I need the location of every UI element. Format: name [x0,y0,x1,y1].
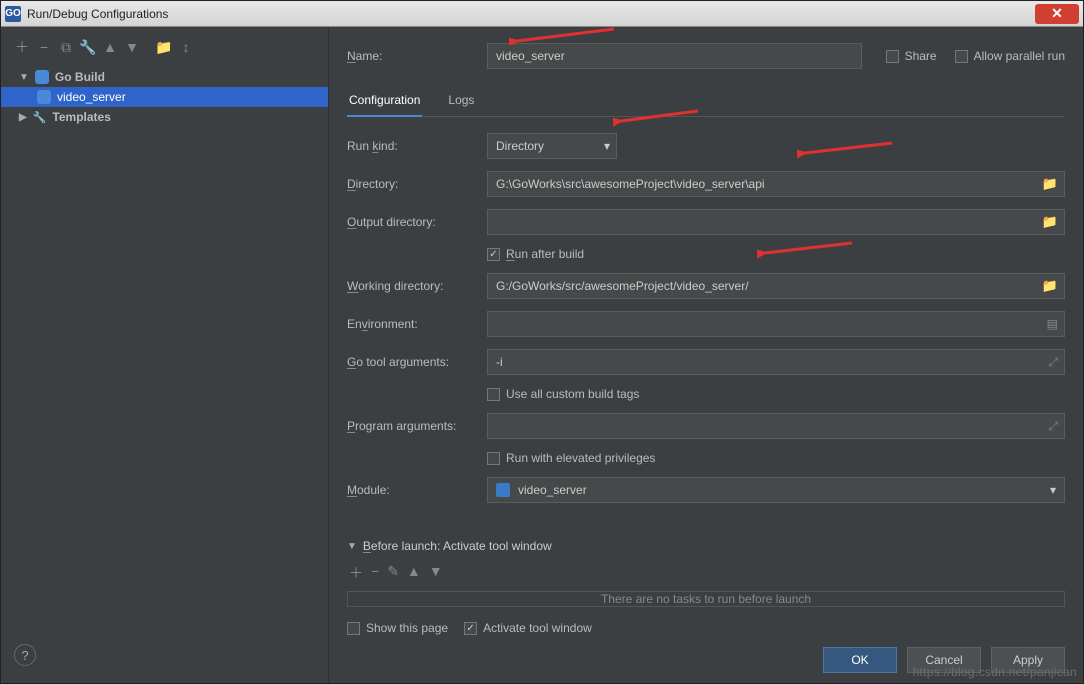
remove-icon[interactable]: − [35,39,53,55]
add-icon[interactable]: ＋ [13,37,31,57]
tasks-empty-label: There are no tasks to run before launch [601,592,811,606]
go-tool-args-label: Go tool arguments: [347,355,477,369]
chevron-down-icon: ▼ [347,541,357,552]
tree-go-build-label: Go Build [55,70,105,84]
copy-icon[interactable]: ⧉ [57,39,75,56]
tab-configuration[interactable]: Configuration [347,87,422,117]
app-icon: GO [5,6,21,22]
help-button[interactable]: ? [14,644,36,666]
run-kind-select[interactable]: Directory ▾ [487,133,617,159]
tree-item-label: video_server [57,90,126,104]
tree-templates[interactable]: ▶ Templates [1,107,328,127]
name-input[interactable] [487,43,862,69]
share-label: Share [905,49,937,63]
folder-icon[interactable]: 📁 [1042,176,1058,192]
run-elevated-checkbox[interactable]: Run with elevated privileges [487,451,655,465]
use-custom-tags-label: Use all custom build tags [506,387,639,401]
up-icon[interactable]: ▲ [407,563,421,583]
share-checkbox[interactable]: Share [886,49,937,63]
program-args-field[interactable]: ⤢ [487,413,1065,439]
name-label: Name: [347,49,477,63]
folder-icon[interactable]: 📁 [155,39,173,56]
sidebar-toolbar: ＋ − ⧉ 🔧 ▲ ▼ 📁 ↕ [1,33,328,65]
show-this-page-label: Show this page [366,621,448,635]
before-launch-label: Before launch: Activate tool window [363,539,552,553]
watermark: https://blog.csdn.net/panjican [913,665,1077,679]
folder-icon[interactable]: 📁 [1042,278,1058,294]
run-after-build-label: Run after build [506,247,584,261]
directory-label: Directory: [347,177,477,191]
module-value: video_server [518,483,587,497]
expand-icon[interactable]: ⤢ [1048,419,1058,434]
collapse-icon[interactable]: ↕ [177,39,195,55]
program-args-label: Program arguments: [347,419,477,433]
go-icon [35,70,49,84]
remove-icon[interactable]: − [371,563,379,583]
tree-templates-label: Templates [52,110,110,124]
add-icon[interactable]: ＋ [349,563,363,583]
chevron-right-icon: ▶ [19,112,27,123]
expand-icon[interactable]: ⤢ [1048,355,1058,370]
chevron-down-icon: ▾ [1050,483,1056,497]
up-icon[interactable]: ▲ [101,39,119,55]
directory-field[interactable]: G:\GoWorks\src\awesomeProject\video_serv… [487,171,1065,197]
before-launch-tasks: There are no tasks to run before launch [347,591,1065,607]
output-directory-field[interactable]: 📁 [487,209,1065,235]
module-label: Module: [347,483,477,497]
chevron-down-icon: ▼ [19,72,29,83]
window-title: Run/Debug Configurations [27,7,168,21]
activate-tool-window-label: Activate tool window [483,621,592,635]
go-icon [37,90,51,104]
use-custom-tags-checkbox[interactable]: Use all custom build tags [487,387,639,401]
working-directory-label: Working directory: [347,279,477,293]
run-kind-label: Run kind: [347,139,477,153]
close-button[interactable]: ✕ [1035,4,1079,24]
tree-go-build[interactable]: ▼ Go Build [1,67,328,87]
list-icon[interactable]: ▤ [1047,317,1058,331]
before-launch-header[interactable]: ▼ Before launch: Activate tool window [347,539,1065,553]
title-bar: GO Run/Debug Configurations ✕ [1,1,1083,27]
tabs: Configuration Logs [347,87,1065,117]
chevron-down-icon: ▾ [604,139,610,153]
sidebar: ＋ − ⧉ 🔧 ▲ ▼ 📁 ↕ ▼ Go Build video_server … [1,27,329,683]
main-panel: Name: Share Allow parallel run Configura… [329,27,1083,683]
config-tree: ▼ Go Build video_server ▶ Templates [1,65,328,683]
tree-item-video-server[interactable]: video_server [1,87,328,107]
allow-parallel-label: Allow parallel run [974,49,1065,63]
environment-field[interactable]: ▤ [487,311,1065,337]
edit-icon[interactable]: ✎ [387,563,399,583]
wrench-icon[interactable]: 🔧 [79,39,97,56]
folder-icon[interactable]: 📁 [1042,214,1058,230]
environment-label: Environment: [347,317,477,331]
working-directory-field[interactable]: G:/GoWorks/src/awesomeProject/video_serv… [487,273,1065,299]
tab-logs[interactable]: Logs [446,87,476,116]
output-directory-label: Output directory: [347,215,477,229]
ok-button[interactable]: OK [823,647,897,673]
activate-tool-window-checkbox[interactable]: ✓Activate tool window [464,621,592,635]
working-directory-value: G:/GoWorks/src/awesomeProject/video_serv… [496,279,749,293]
before-launch-toolbar: ＋ − ✎ ▲ ▼ [347,561,1065,591]
module-select[interactable]: video_server ▾ [487,477,1065,503]
run-kind-value: Directory [496,139,544,153]
go-tool-args-field[interactable]: -i ⤢ [487,349,1065,375]
run-after-build-checkbox[interactable]: ✓Run after build [487,247,584,261]
run-elevated-label: Run with elevated privileges [506,451,655,465]
allow-parallel-checkbox[interactable]: Allow parallel run [955,49,1065,63]
down-icon[interactable]: ▼ [123,39,141,55]
module-icon [496,483,510,497]
go-tool-args-value: -i [496,355,503,369]
show-this-page-checkbox[interactable]: Show this page [347,621,448,635]
down-icon[interactable]: ▼ [429,563,443,583]
directory-value: G:\GoWorks\src\awesomeProject\video_serv… [496,177,765,191]
wrench-icon [33,110,47,124]
arrow-annotation [509,25,619,45]
